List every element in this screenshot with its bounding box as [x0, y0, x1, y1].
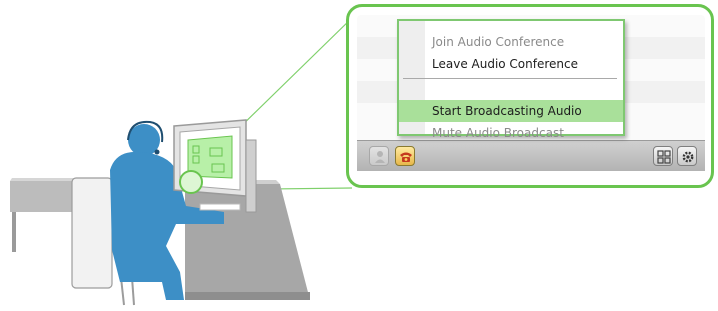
- zoom-callout: Join Audio Conference Leave Audio Confer…: [346, 4, 714, 188]
- audio-context-menu: Join Audio Conference Leave Audio Confer…: [397, 19, 625, 140]
- menu-item-start-broadcasting-audio[interactable]: Start Broadcasting Audio: [399, 100, 623, 122]
- user-button[interactable]: [369, 146, 389, 166]
- menu-item-join-audio-conference[interactable]: Join Audio Conference: [399, 31, 623, 53]
- menu-separator: [403, 78, 617, 81]
- menu-item-leave-audio-conference[interactable]: Leave Audio Conference: [399, 53, 623, 75]
- user-icon: [375, 151, 385, 163]
- layout-icon: [657, 150, 671, 164]
- phone-icon: [400, 152, 412, 162]
- menu-item-mute-audio-broadcast[interactable]: Mute Audio Broadcast: [399, 122, 623, 144]
- settings-button[interactable]: [677, 146, 697, 166]
- bottom-toolbar: [357, 140, 705, 171]
- magnifier-circle: [179, 170, 203, 194]
- layout-button[interactable]: [653, 146, 673, 166]
- gear-icon: [682, 151, 694, 163]
- phone-button[interactable]: [395, 146, 415, 166]
